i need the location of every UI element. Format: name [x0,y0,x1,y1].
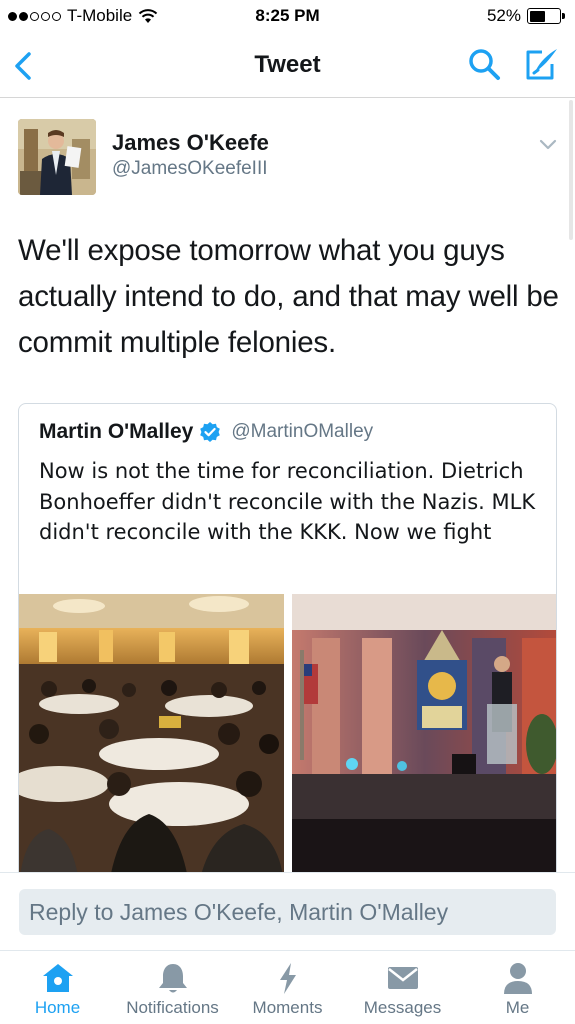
stage-photo[interactable] [292,594,556,882]
status-right: 52% [486,6,565,26]
bell-icon [158,964,187,993]
battery-icon [527,8,565,24]
tab-label-notifications: Notifications [126,998,219,1017]
author-name[interactable]: James O'Keefe [112,130,269,156]
verified-badge-icon [200,422,221,442]
tweet-text: We'll expose tomorrow what you guys actu… [18,234,559,359]
compose-icon[interactable] [522,46,560,82]
reply-bar: Reply to James O'Keefe, Martin O'Malley [0,872,575,950]
battery-percent: 52% [486,6,521,25]
quoted-tweet-header: Martin O'Malley @MartinOMalley [39,420,373,444]
navigation-bar: Tweet [0,34,575,98]
lightning-icon [279,963,296,994]
quoted-tweet-card[interactable]: Martin O'Malley @MartinOMalley Now is no… [18,403,557,883]
quoted-author-handle: @MartinOMalley [231,421,374,442]
tab-label-home: Home [34,998,81,1017]
tab-bar: Home Notifications Moments Messages Me [0,950,575,1024]
person-icon [503,963,532,994]
battery-level-fill [529,10,545,22]
tab-notifications[interactable]: Notifications [115,951,230,1024]
tab-moments[interactable]: Moments [230,951,345,1024]
chevron-down-icon[interactable] [536,134,560,154]
envelope-icon [387,967,418,989]
reply-input[interactable]: Reply to James O'Keefe, Martin O'Malley [19,889,556,935]
tab-messages[interactable]: Messages [345,951,460,1024]
tab-me[interactable]: Me [460,951,575,1024]
quoted-author-name: Martin O'Malley [39,420,194,443]
tab-label-messages: Messages [363,998,442,1017]
search-icon[interactable] [466,46,502,82]
avatar[interactable] [18,119,96,195]
quoted-tweet-text: Now is not the time for reconciliation. … [39,459,536,544]
author-handle[interactable]: @JamesOKeefeIII [112,158,268,180]
ballroom-photo[interactable] [19,594,284,882]
tab-label-me: Me [505,998,530,1017]
home-icon [42,964,73,992]
status-bar: T-Mobile 8:25 PM 52% [0,0,575,34]
scroll-indicator [569,100,573,240]
tab-home[interactable]: Home [0,951,115,1024]
tab-label-moments: Moments [252,998,323,1017]
